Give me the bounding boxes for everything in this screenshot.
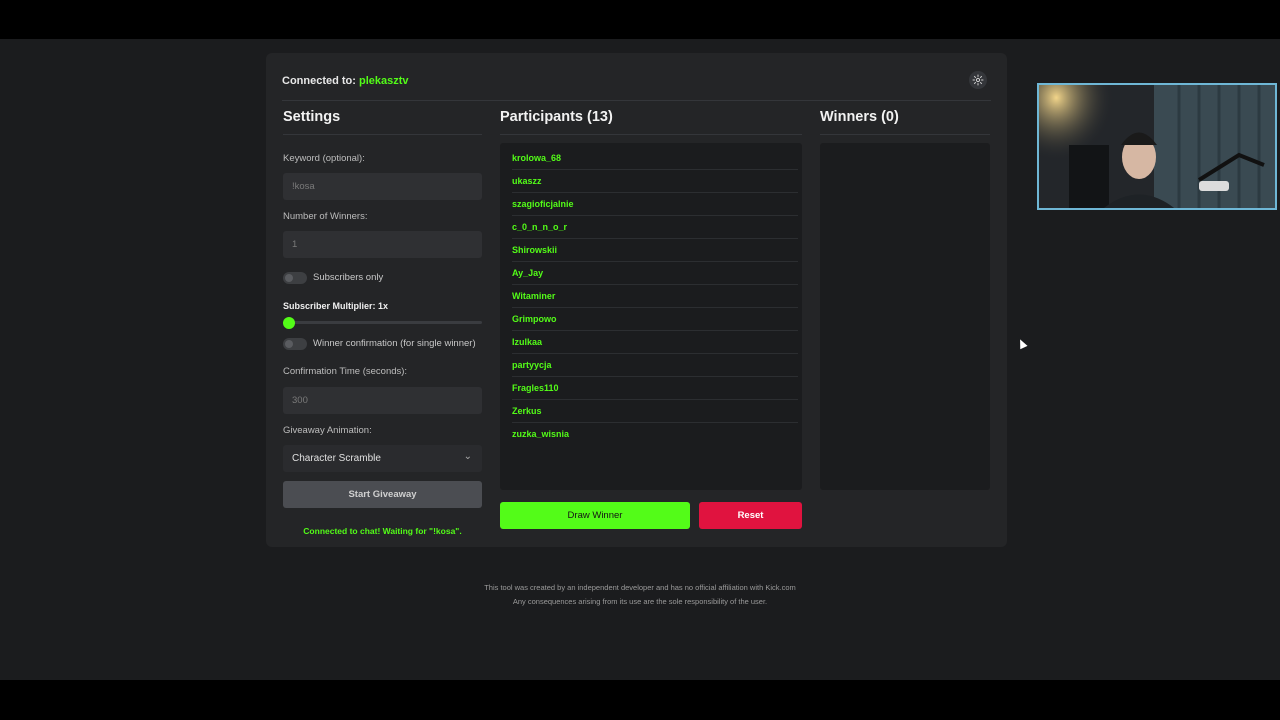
participant-item: Izulkaa: [512, 331, 798, 354]
subscribers-only-toggle[interactable]: [283, 272, 307, 284]
connected-label: Connected to:: [282, 75, 356, 87]
winners-title: Winners (0): [820, 109, 899, 125]
reset-button[interactable]: Reset: [699, 502, 802, 529]
letterbox-top: [0, 0, 1280, 39]
keyword-input[interactable]: !kosa: [283, 173, 482, 200]
subscriber-multiplier-label: Subscriber Multiplier: 1x: [283, 301, 389, 311]
participants-title: Participants (13): [500, 109, 613, 125]
webcam-image: [1039, 85, 1275, 208]
multiplier-slider-thumb[interactable]: [283, 317, 295, 329]
connection-bar: Connected to: plekasztv: [282, 71, 991, 101]
participant-item: ukaszz: [512, 170, 798, 193]
settings-title: Settings: [283, 109, 341, 125]
participants-list: krolowa_68 ukaszz szagioficjalnie c_0_n_n_o…: [500, 143, 802, 490]
participant-item: Witaminer: [512, 285, 798, 308]
subscribers-only-label: Subscribers only: [313, 272, 384, 283]
channel-name: plekasztv: [359, 75, 409, 87]
footer-disclaimer-line1: This tool was created by an independent …: [484, 583, 796, 592]
letterbox-bottom: [0, 680, 1280, 720]
draw-winner-button[interactable]: Draw Winner: [500, 502, 690, 529]
animation-label: Giveaway Animation:: [283, 425, 372, 436]
settings-divider: [283, 134, 482, 135]
gear-icon: [972, 74, 984, 86]
start-giveaway-button[interactable]: Start Giveaway: [283, 481, 482, 508]
winners-divider: [820, 134, 990, 135]
participant-item: Zerkus: [512, 400, 798, 423]
winners-list: [820, 143, 990, 490]
settings-gear-button[interactable]: [969, 71, 987, 89]
participant-item: szagioficjalnie: [512, 193, 798, 216]
winner-confirmation-label: Winner confirmation (for single winner): [313, 338, 476, 349]
participant-item: partyycja: [512, 354, 798, 377]
confirmation-time-label: Confirmation Time (seconds):: [283, 366, 408, 377]
participant-item: zuzka_wisnia: [512, 429, 570, 439]
participant-item: c_0_n_n_o_r: [512, 216, 798, 239]
animation-selected-value: Character Scramble: [292, 453, 381, 464]
webcam-overlay: [1037, 83, 1277, 210]
chevron-down-icon: ⌄: [463, 451, 472, 462]
participant-item: Ay_Jay: [512, 262, 798, 285]
participant-item: Grimpowo: [512, 308, 798, 331]
participant-item: krolowa_68: [512, 147, 798, 170]
winner-confirmation-toggle[interactable]: [283, 338, 307, 350]
participant-item: Shirowskii: [512, 239, 798, 262]
confirmation-time-input[interactable]: 300: [283, 387, 482, 414]
winners-count-label: Number of Winners:: [283, 211, 368, 222]
winners-count-input[interactable]: 1: [283, 231, 482, 258]
keyword-label: Keyword (optional):: [283, 153, 365, 164]
participants-divider: [500, 134, 802, 135]
chat-status-message: Connected to chat! Waiting for "!kosa".: [303, 526, 462, 536]
animation-select[interactable]: Character Scramble ⌄: [283, 445, 482, 472]
multiplier-slider-track[interactable]: [289, 321, 482, 324]
footer-disclaimer-line2: Any consequences arising from its use ar…: [512, 597, 768, 606]
giveaway-card: Connected to: plekasztv Settings Keyword…: [266, 53, 1007, 547]
participant-item: Fragles110: [512, 377, 798, 400]
connection-status: Connected to: plekasztv: [282, 75, 409, 87]
